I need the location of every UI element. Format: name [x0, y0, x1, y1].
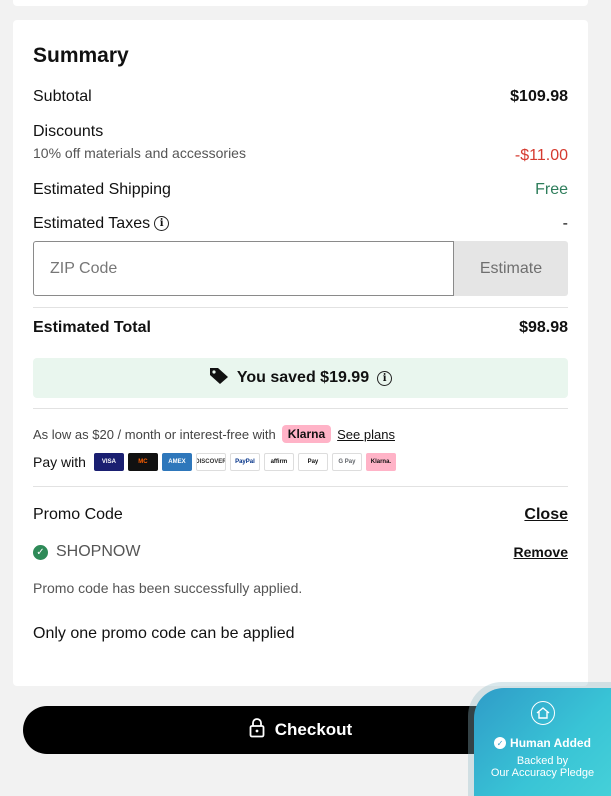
- previous-card-edge: [13, 0, 588, 6]
- payment-method-icon: AMEX: [161, 453, 192, 471]
- klarna-financing: As low as $20 / month or interest-free w…: [33, 425, 395, 443]
- home-icon: [531, 701, 555, 725]
- klarna-logo: Klarna: [281, 425, 332, 443]
- trust-badge[interactable]: ✓ Human Added Backed by Our Accuracy Ple…: [474, 688, 611, 796]
- badge-line-2: Our Accuracy Pledge: [490, 767, 595, 779]
- discounts-label: Discounts: [33, 123, 104, 140]
- remove-promo-link[interactable]: Remove: [514, 544, 568, 560]
- estimate-button[interactable]: Estimate: [454, 241, 568, 296]
- info-icon[interactable]: i: [154, 216, 170, 232]
- klarna-text: As low as $20 / month or interest-free w…: [33, 426, 276, 442]
- total-value: $98.98: [519, 319, 568, 336]
- info-icon[interactable]: i: [377, 370, 393, 386]
- subtotal-row: Subtotal $109.98: [33, 88, 568, 106]
- zip-estimate-group: Estimate: [33, 241, 568, 296]
- payment-method-icon: VISA: [93, 453, 124, 471]
- see-plans-link[interactable]: See plans: [337, 427, 395, 442]
- promo-success-message: Promo code has been successfully applied…: [33, 580, 303, 596]
- summary-title: Summary: [33, 44, 129, 67]
- lock-icon: [249, 717, 265, 743]
- divider: [33, 486, 568, 487]
- payment-method-icon: MC: [127, 453, 158, 471]
- shipping-row: Estimated Shipping Free: [33, 181, 568, 199]
- payment-icons: VISA MC AMEX DISCOVER PayPal affirm Pay G Pay Kl…: [93, 453, 396, 471]
- badge-subtitle: Backed by Our Accuracy Pledge: [474, 755, 611, 779]
- badge-line-1: Backed by: [516, 755, 569, 767]
- payment-method-icon: Klarna.: [365, 453, 396, 471]
- shipping-value: Free: [535, 181, 568, 198]
- summary-card: Summary Subtotal $109.98 Discounts 10% o…: [13, 20, 588, 686]
- payment-method-icon: G Pay: [331, 453, 362, 471]
- total-label: Estimated Total: [33, 319, 151, 336]
- discount-description: 10% off materials and accessories: [33, 145, 246, 161]
- taxes-value: -: [562, 215, 568, 232]
- payment-method-icon: affirm: [263, 453, 294, 471]
- divider: [33, 408, 568, 409]
- payment-method-icon: PayPal: [229, 453, 260, 471]
- promo-code-value: SHOPNOW: [56, 543, 141, 560]
- promo-note: Only one promo code can be applied: [33, 625, 295, 642]
- applied-promo: ✓ SHOPNOW: [33, 543, 140, 561]
- savings-text: You saved $19.99: [236, 369, 370, 386]
- tag-icon: [209, 367, 229, 390]
- payment-methods: Pay with VISA MC AMEX DISCOVER PayPal affirm P…: [33, 453, 396, 471]
- pay-with-label: Pay with: [33, 454, 86, 470]
- shipping-label: Estimated Shipping: [33, 181, 171, 198]
- total-row: Estimated Total $98.98: [33, 319, 568, 337]
- payment-method-icon: DISCOVER: [195, 453, 226, 471]
- badge-title-row: ✓ Human Added: [474, 736, 611, 750]
- promo-title: Promo Code: [33, 506, 123, 523]
- subtotal-label: Subtotal: [33, 88, 92, 105]
- checkout-label: Checkout: [274, 720, 353, 739]
- promo-close-link[interactable]: Close: [524, 506, 568, 524]
- taxes-label: Estimated Taxes: [33, 215, 151, 232]
- subtotal-value: $109.98: [510, 88, 568, 105]
- taxes-row: Estimated Taxes i -: [33, 215, 568, 233]
- divider: [33, 307, 568, 308]
- check-circle-icon: ✓: [33, 544, 48, 560]
- discounts-row: Discounts 10% off materials and accessor…: [33, 123, 568, 165]
- payment-method-icon: Pay: [297, 453, 328, 471]
- zip-code-input[interactable]: [33, 241, 454, 296]
- savings-banner: You saved $19.99 i: [33, 358, 568, 398]
- badge-title: Human Added: [510, 736, 591, 750]
- discount-value: -$11.00: [514, 147, 568, 164]
- check-icon: ✓: [494, 737, 507, 749]
